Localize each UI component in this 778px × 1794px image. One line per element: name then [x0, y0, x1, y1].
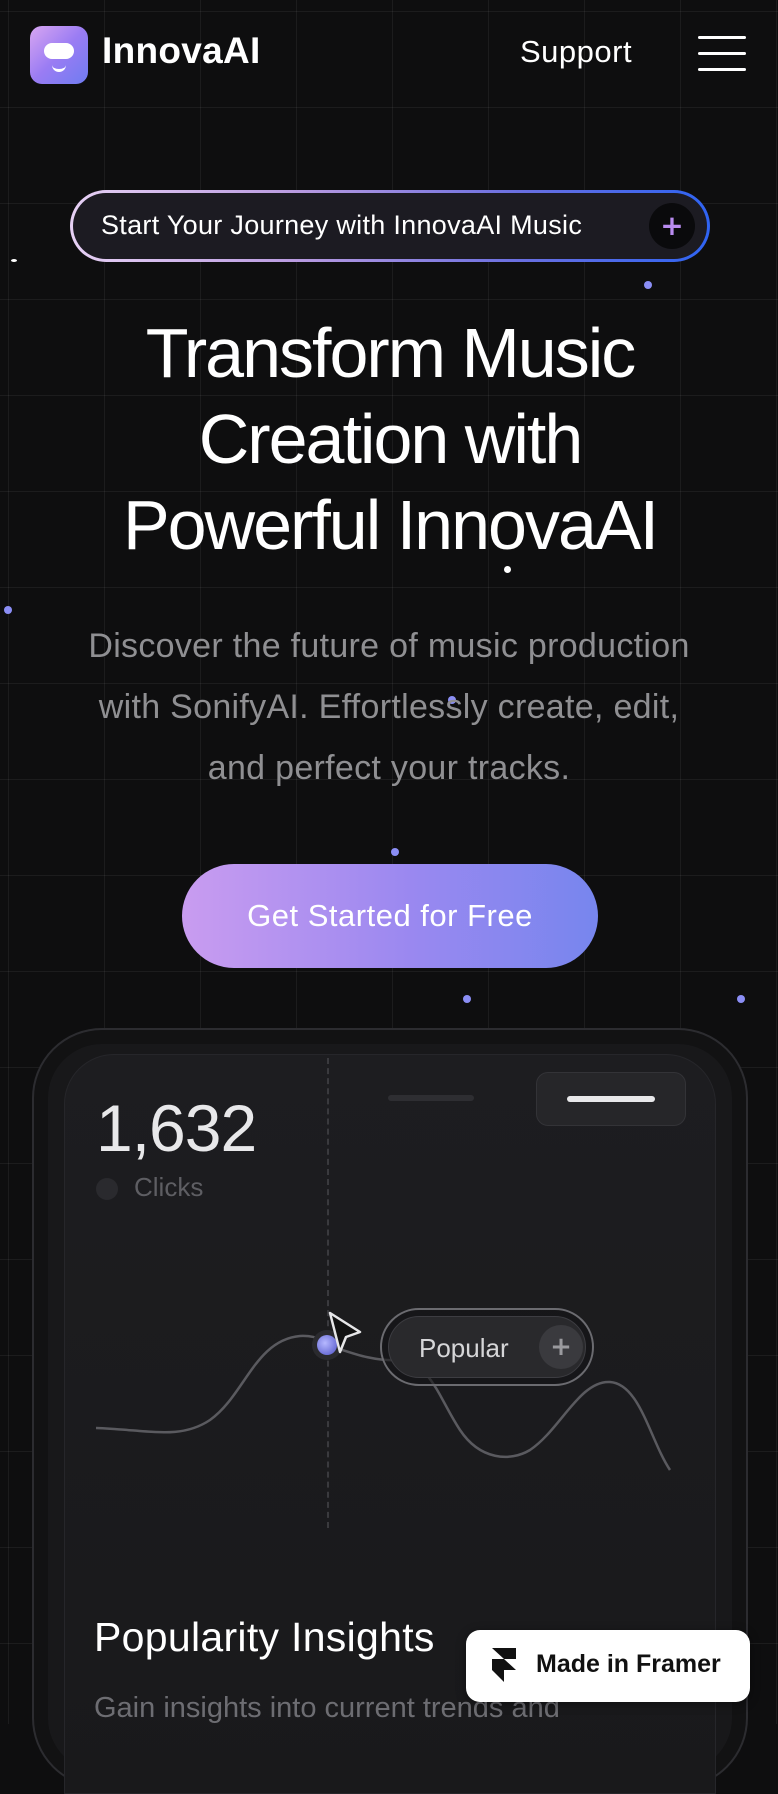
- chart-point: [317, 1335, 337, 1355]
- trend-chart: [95, 1311, 672, 1471]
- popular-label: Popular: [419, 1333, 509, 1363]
- framer-icon: [492, 1648, 516, 1682]
- made-in-framer-badge[interactable]: Made in Framer: [466, 1630, 750, 1702]
- badge-label: Made in Framer: [536, 1650, 721, 1678]
- section-title: Popularity Insights: [94, 1614, 435, 1660]
- popular-tag[interactable]: Popular +: [380, 1308, 594, 1386]
- plus-icon: +: [539, 1325, 583, 1369]
